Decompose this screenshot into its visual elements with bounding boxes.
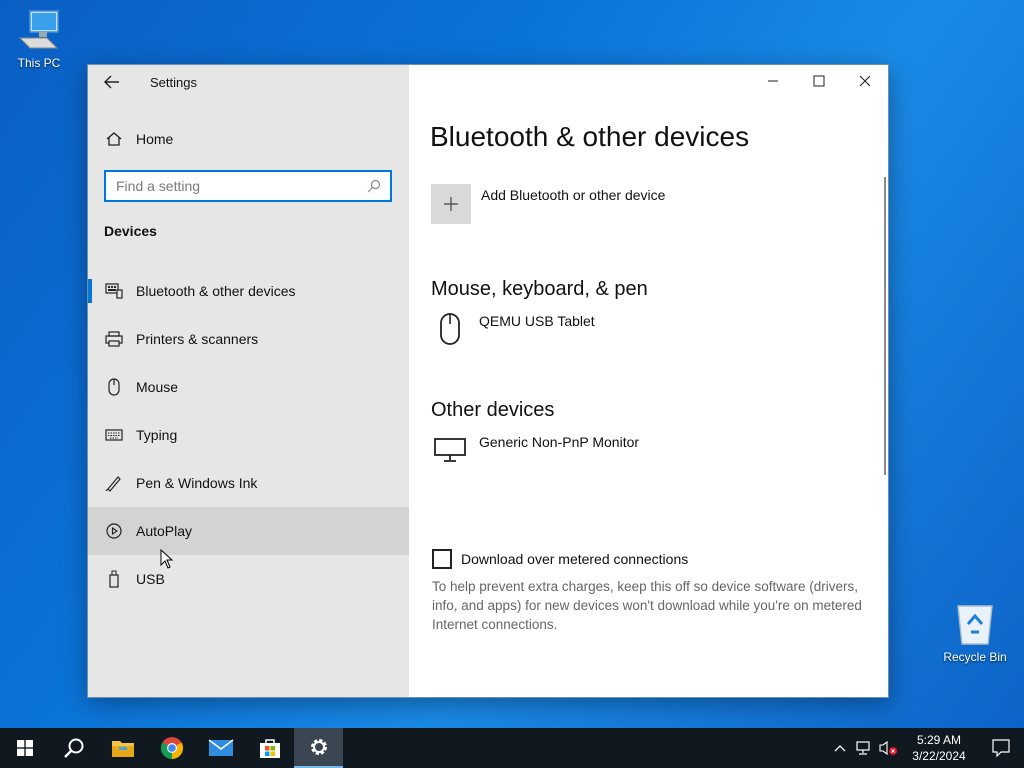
plus-icon (431, 184, 471, 224)
network-button[interactable] (852, 728, 876, 768)
recycle-bin-icon (953, 602, 997, 646)
computer-icon (17, 8, 61, 52)
device-name: Generic Non-PnP Monitor (479, 434, 640, 450)
settings-taskbar-button[interactable] (294, 728, 343, 768)
other-devices-heading: Other devices (431, 399, 555, 421)
this-pc-label: This PC (17, 56, 61, 70)
sidebar-item-typing[interactable]: Typing (88, 411, 409, 459)
store-button[interactable] (245, 728, 294, 768)
sidebar-item-pen[interactable]: Pen & Windows Ink (88, 459, 409, 507)
mouse-icon (104, 377, 124, 397)
back-button[interactable] (88, 65, 136, 99)
clock-time: 5:29 AM (916, 733, 962, 747)
sidebar-item-bluetooth[interactable]: Bluetooth & other devices (88, 267, 409, 315)
settings-sidebar: Settings Home Devices Bluetooth & other … (88, 65, 409, 697)
home-label: Home (136, 131, 174, 147)
scrollbar[interactable] (884, 177, 886, 475)
system-tray: 5:29 AM 3/22/2024 (828, 728, 1024, 768)
sidebar-item-printers[interactable]: Printers & scanners (88, 315, 409, 363)
metered-checkbox[interactable] (432, 549, 452, 569)
device-name: QEMU USB Tablet (479, 313, 595, 329)
devices-nav-list: Bluetooth & other devices Printers & sca… (88, 267, 409, 603)
settings-window: Settings Home Devices Bluetooth & other … (87, 64, 889, 698)
minimize-button[interactable] (750, 65, 796, 97)
maximize-icon (813, 75, 825, 87)
mouse-cursor-icon (160, 549, 174, 569)
home-nav[interactable]: Home (88, 121, 409, 157)
section-heading: Devices (104, 223, 157, 239)
settings-content: Bluetooth & other devices Add Bluetooth … (409, 65, 888, 697)
printer-icon (104, 329, 124, 349)
search-icon (63, 738, 83, 758)
mail-button[interactable] (196, 728, 245, 768)
add-device-button[interactable]: Add Bluetooth or other device (431, 184, 665, 224)
metered-checkbox-label: Download over metered connections (461, 551, 689, 567)
home-icon (104, 131, 124, 147)
file-explorer-icon (111, 741, 134, 757)
taskbar: 5:29 AM 3/22/2024 (0, 728, 1024, 768)
chrome-icon (160, 737, 183, 759)
action-center-button[interactable] (978, 728, 1024, 768)
start-button[interactable] (0, 728, 49, 768)
mouse-keyboard-pen-heading: Mouse, keyboard, & pen (431, 278, 648, 300)
window-controls (750, 65, 888, 97)
mail-icon (208, 739, 233, 756)
sidebar-item-label: Mouse (136, 379, 179, 395)
sidebar-item-usb[interactable]: USB (88, 555, 409, 603)
show-hidden-icons-button[interactable] (828, 728, 852, 768)
close-button[interactable] (842, 65, 888, 97)
file-explorer-button[interactable] (98, 728, 147, 768)
search-box[interactable] (104, 170, 392, 202)
volume-button[interactable] (876, 728, 900, 768)
desktop-icon-this-pc[interactable]: This PC (1, 8, 77, 70)
clock[interactable]: 5:29 AM 3/22/2024 (900, 732, 978, 764)
add-device-label: Add Bluetooth or other device (481, 187, 666, 203)
sidebar-item-label: Pen & Windows Ink (136, 475, 258, 491)
sidebar-item-label: AutoPlay (136, 523, 193, 539)
maximize-button[interactable] (796, 65, 842, 97)
store-icon (259, 739, 280, 758)
taskbar-search-button[interactable] (49, 728, 98, 768)
start-icon (16, 740, 33, 756)
back-arrow-icon (104, 75, 119, 89)
device-item[interactable]: Generic Non-PnP Monitor (433, 432, 639, 468)
search-icon[interactable] (366, 178, 382, 194)
chevron-up-icon (834, 745, 846, 752)
usb-icon (104, 569, 124, 589)
settings-icon (310, 739, 327, 755)
desktop-icon-recycle-bin[interactable]: Recycle Bin (937, 602, 1013, 664)
title-bar: Settings (88, 65, 409, 99)
search-input[interactable] (116, 178, 366, 194)
pen-icon (104, 473, 124, 493)
metered-connections-option[interactable]: Download over metered connections (432, 549, 688, 569)
sidebar-item-label: Bluetooth & other devices (136, 283, 296, 299)
chrome-button[interactable] (147, 728, 196, 768)
recycle-bin-label: Recycle Bin (943, 650, 1007, 664)
notification-icon (992, 739, 1010, 757)
sidebar-item-label: Typing (136, 427, 178, 443)
monitor-icon (433, 432, 467, 468)
keyboard-icon (104, 425, 124, 445)
sidebar-item-label: Printers & scanners (136, 331, 259, 347)
minimize-icon (768, 80, 778, 82)
volume-muted-icon (879, 740, 897, 756)
sidebar-item-mouse[interactable]: Mouse (88, 363, 409, 411)
device-item[interactable]: QEMU USB Tablet (433, 311, 595, 347)
app-title: Settings (150, 74, 197, 90)
page-title: Bluetooth & other devices (430, 121, 750, 152)
network-icon (856, 741, 870, 755)
sidebar-item-label: USB (136, 571, 165, 587)
bluetooth-devices-icon (104, 281, 124, 301)
clock-date: 3/22/2024 (912, 749, 966, 763)
mouse-icon (433, 311, 467, 347)
metered-description: To help prevent extra charges, keep this… (432, 579, 862, 632)
sidebar-item-autoplay[interactable]: AutoPlay (88, 507, 409, 555)
close-icon (859, 75, 871, 87)
autoplay-icon (104, 521, 124, 541)
